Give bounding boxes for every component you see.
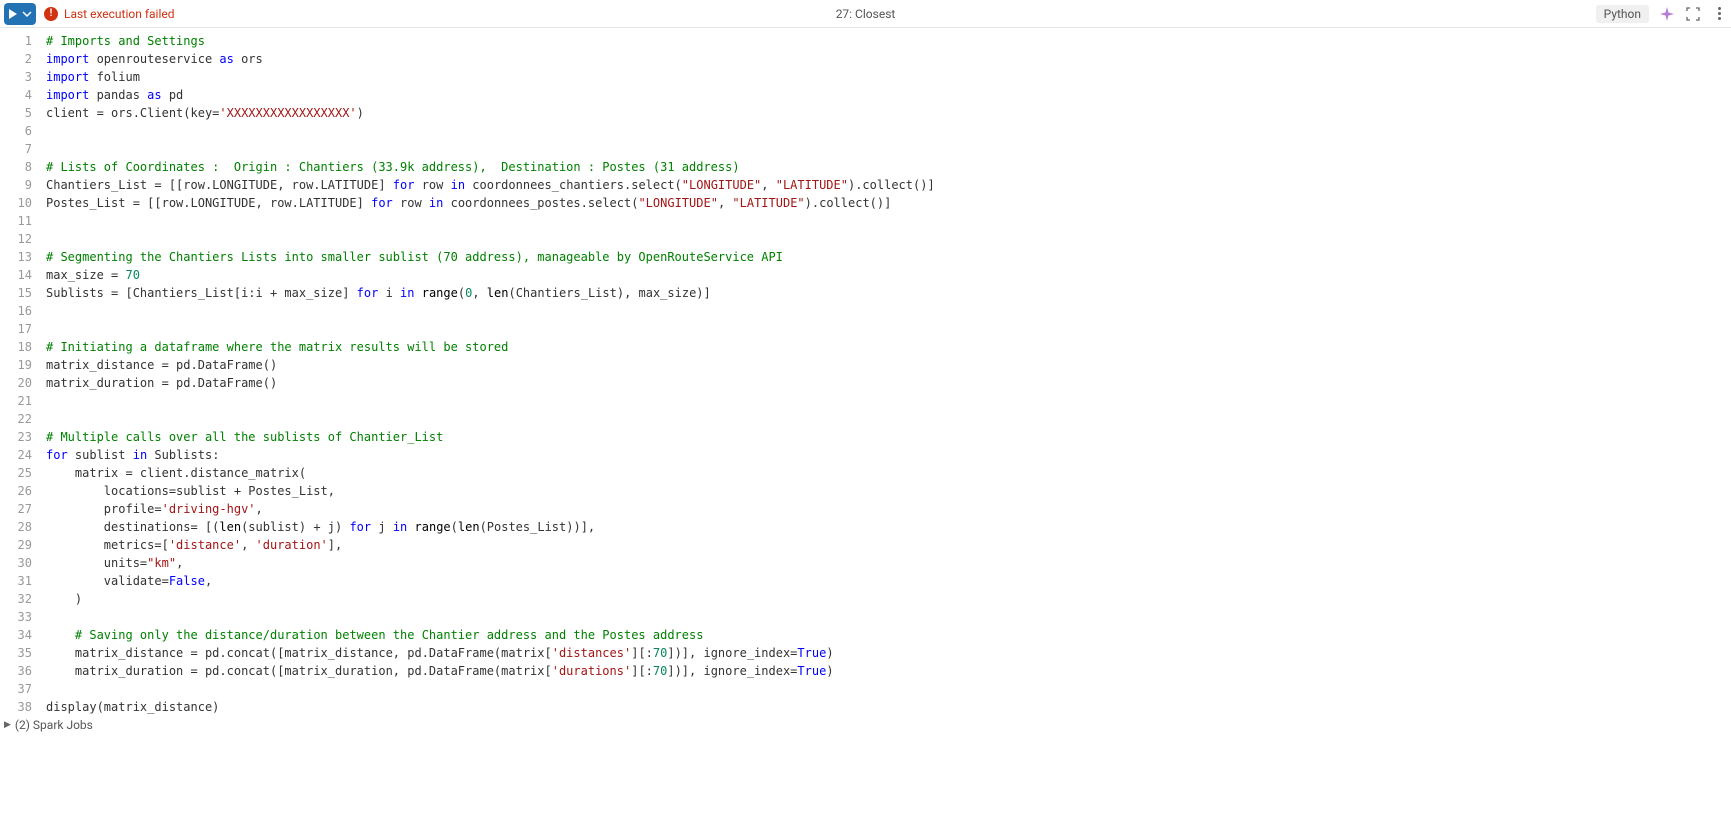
cell-toolbar: ! Last execution failed 27: Closest Pyth… [0,0,1731,28]
code-line[interactable]: Postes_List = [[row.LONGITUDE, row.LATIT… [46,194,1731,212]
error-text: Last execution failed [64,7,175,21]
code-line[interactable]: profile='driving-hgv', [46,500,1731,518]
code-line[interactable]: for sublist in Sublists: [46,446,1731,464]
code-line[interactable]: units="km", [46,554,1731,572]
expand-icon[interactable] [1685,6,1701,22]
chevron-down-icon [22,9,32,19]
code-line[interactable]: destinations= [(len(sublist) + j) for j … [46,518,1731,536]
spark-jobs-label[interactable]: (2) Spark Jobs [15,718,93,732]
expand-triangle-icon[interactable]: ▶ [4,720,11,730]
code-content[interactable]: # Imports and Settingsimport openroutese… [46,32,1731,716]
cell-footer[interactable]: ▶ (2) Spark Jobs [0,716,1731,734]
code-line[interactable] [46,230,1731,248]
run-button[interactable] [4,3,36,25]
cell-title: 27: Closest [836,7,896,21]
code-line[interactable] [46,302,1731,320]
code-line[interactable]: import folium [46,68,1731,86]
error-icon: ! [44,7,58,21]
code-line[interactable]: Chantiers_List = [[row.LONGITUDE, row.LA… [46,176,1731,194]
code-line[interactable]: # Saving only the distance/duration betw… [46,626,1731,644]
code-line[interactable] [46,122,1731,140]
code-line[interactable]: matrix = client.distance_matrix( [46,464,1731,482]
code-line[interactable]: matrix_distance = pd.DataFrame() [46,356,1731,374]
code-line[interactable] [46,608,1731,626]
code-line[interactable]: # Initiating a dataframe where the matri… [46,338,1731,356]
code-line[interactable]: # Imports and Settings [46,32,1731,50]
code-line[interactable] [46,140,1731,158]
code-line[interactable]: client = ors.Client(key='XXXXXXXXXXXXXXX… [46,104,1731,122]
code-line[interactable] [46,392,1731,410]
code-line[interactable] [46,680,1731,698]
code-line[interactable] [46,212,1731,230]
code-line[interactable]: Sublists = [Chantiers_List[i:i + max_siz… [46,284,1731,302]
code-line[interactable]: locations=sublist + Postes_List, [46,482,1731,500]
toolbar-right: Python [1596,5,1727,23]
code-line[interactable]: ) [46,590,1731,608]
code-line[interactable]: display(matrix_distance) [46,698,1731,716]
play-icon [8,9,18,19]
code-editor[interactable]: 1234567891011121314151617181920212223242… [0,28,1731,716]
code-line[interactable]: validate=False, [46,572,1731,590]
code-line[interactable]: import pandas as pd [46,86,1731,104]
code-line[interactable]: matrix_duration = pd.concat([matrix_dura… [46,662,1731,680]
code-line[interactable] [46,410,1731,428]
code-line[interactable]: # Multiple calls over all the sublists o… [46,428,1731,446]
ai-assist-icon[interactable] [1659,6,1675,22]
code-line[interactable]: max_size = 70 [46,266,1731,284]
language-badge[interactable]: Python [1596,5,1649,23]
code-line[interactable]: matrix_distance = pd.concat([matrix_dist… [46,644,1731,662]
code-line[interactable]: import openrouteservice as ors [46,50,1731,68]
code-line[interactable]: # Lists of Coordinates : Origin : Chanti… [46,158,1731,176]
code-line[interactable]: # Segmenting the Chantiers Lists into sm… [46,248,1731,266]
code-line[interactable] [46,320,1731,338]
more-menu-icon[interactable] [1711,7,1727,20]
code-line[interactable]: metrics=['distance', 'duration'], [46,536,1731,554]
line-gutter: 1234567891011121314151617181920212223242… [0,32,46,716]
code-line[interactable]: matrix_duration = pd.DataFrame() [46,374,1731,392]
